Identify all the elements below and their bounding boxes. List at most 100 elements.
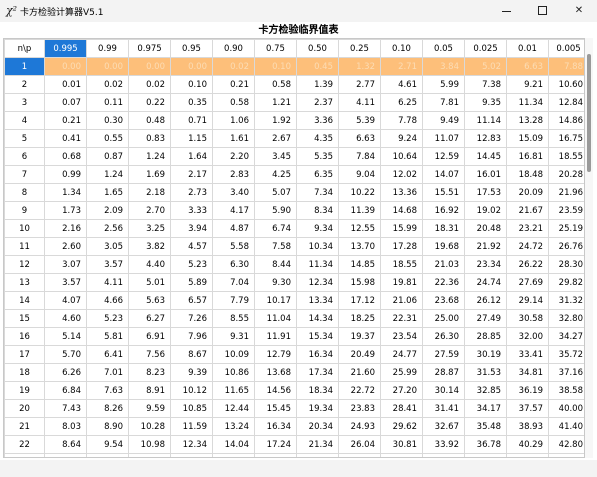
table-cell[interactable]: 0.22 (128, 93, 171, 112)
table-cell[interactable]: 18.25 (338, 309, 381, 328)
table-cell[interactable]: 0.10 (170, 75, 213, 94)
table-cell[interactable]: 9.31 (212, 327, 255, 346)
table-row[interactable]: 21 8.03 8.90 10.28 11.59 13.24 16.34 20.34 24.93… (4, 417, 584, 436)
column-header[interactable]: 0.005 (548, 39, 584, 58)
table-cell[interactable]: 1.15 (170, 129, 213, 148)
row-header[interactable]: 16 (4, 327, 45, 346)
table-cell[interactable]: 10.12 (170, 381, 213, 400)
table-cell[interactable]: 3.82 (128, 237, 171, 256)
table-cell[interactable]: 23.21 (506, 219, 549, 238)
table-cell[interactable]: 25.00 (422, 309, 465, 328)
table-cell[interactable]: 2.71 (380, 57, 423, 76)
table-row[interactable]: 239.2610.2011.6913.0914.8518.1422.3427.1… (4, 453, 584, 457)
table-row[interactable]: 7 0.99 1.24 1.69 2.17 2.83 4.25 6.35 9.04 12.02 14… (4, 165, 584, 184)
table-cell[interactable]: 6.63 (338, 129, 381, 148)
table-cell[interactable]: 7.63 (86, 381, 129, 400)
table-cell[interactable]: 11.04 (254, 309, 297, 328)
table-cell[interactable]: 21.60 (338, 363, 381, 382)
table-cell[interactable]: 26.04 (338, 435, 381, 454)
table-cell[interactable]: 11.34 (296, 255, 339, 274)
table-cell[interactable]: 27.69 (506, 273, 549, 292)
table-cell[interactable]: 36.78 (464, 435, 507, 454)
table-cell[interactable]: 5.01 (128, 273, 171, 292)
table-cell[interactable]: 10.64 (380, 147, 423, 166)
table-cell[interactable]: 8.23 (128, 363, 171, 382)
table-cell[interactable]: 5.89 (170, 273, 213, 292)
table-cell[interactable]: 1.21 (254, 93, 297, 112)
table-cell[interactable]: 0.01 (44, 75, 87, 94)
table-cell[interactable]: 1.24 (128, 147, 171, 166)
column-header[interactable]: 0.025 (464, 39, 507, 58)
table-cell[interactable]: 8.34 (296, 201, 339, 220)
table-cell[interactable]: 11.65 (212, 381, 255, 400)
table-cell[interactable]: 7.43 (44, 399, 87, 418)
column-header[interactable]: 0.75 (254, 39, 297, 58)
table-cell[interactable]: 4.61 (380, 75, 423, 94)
table-cell[interactable]: 7.38 (464, 75, 507, 94)
table-cell[interactable]: 0.41 (44, 129, 87, 148)
table-cell[interactable]: 8.26 (86, 399, 129, 418)
table-cell[interactable]: 25.19 (548, 219, 584, 238)
table-cell[interactable]: 12.34 (170, 435, 213, 454)
table-cell[interactable]: 0.45 (296, 57, 339, 76)
table-cell[interactable]: 25.99 (380, 363, 423, 382)
column-header[interactable]: 0.975 (128, 39, 171, 58)
table-row[interactable]: 1 0.00 0.00 0.00 0.00 0.02 0.10 0.45 1.32 2.71 3.8… (4, 57, 584, 76)
table-cell[interactable]: 0.55 (86, 129, 129, 148)
table-cell[interactable]: 35.72 (548, 345, 584, 364)
table-cell[interactable]: 14.34 (296, 309, 339, 328)
table-cell[interactable]: 3.33 (170, 201, 213, 220)
table-cell[interactable]: 1.69 (128, 165, 171, 184)
table-cell[interactable]: 7.26 (170, 309, 213, 328)
table-cell[interactable]: 10.60 (548, 75, 584, 94)
table-cell[interactable]: 1.32 (338, 57, 381, 76)
table-cell[interactable]: 26.76 (548, 237, 584, 256)
table-cell[interactable]: 8.90 (86, 417, 129, 436)
table-cell[interactable]: 29.82 (548, 273, 584, 292)
table-cell[interactable]: 9.34 (296, 219, 339, 238)
column-header[interactable]: 0.10 (380, 39, 423, 58)
table-cell[interactable]: 32.85 (464, 381, 507, 400)
table-cell[interactable]: 17.53 (464, 183, 507, 202)
table-cell[interactable]: 15.51 (422, 183, 465, 202)
table-cell[interactable]: 0.00 (128, 57, 171, 76)
table-row[interactable]: 10 2.16 2.56 3.25 3.94 4.87 6.74 9.34 12.55 15.99… (4, 219, 584, 238)
table-cell[interactable]: 22.36 (422, 273, 465, 292)
table-cell[interactable]: 33.41 (506, 345, 549, 364)
table-cell[interactable]: 5.63 (128, 291, 171, 310)
table-cell[interactable]: 18.55 (548, 147, 584, 166)
table-cell[interactable]: 9.49 (422, 111, 465, 130)
table-cell[interactable]: 34.27 (548, 327, 584, 346)
table-cell[interactable]: 4.60 (44, 309, 87, 328)
table-cell[interactable]: 2.83 (212, 165, 255, 184)
table-cell[interactable]: 8.67 (170, 345, 213, 364)
table-cell[interactable]: 27.59 (422, 345, 465, 364)
table-cell[interactable]: 4.35 (296, 129, 339, 148)
table-cell[interactable]: 8.91 (128, 381, 171, 400)
table-cell[interactable]: 13.36 (380, 183, 423, 202)
table-cell[interactable]: 19.81 (380, 273, 423, 292)
table-cell[interactable]: 11.39 (338, 201, 381, 220)
table-cell[interactable]: 44.18 (548, 453, 584, 457)
table-cell[interactable]: 14.86 (548, 111, 584, 130)
table-cell[interactable]: 30.14 (422, 381, 465, 400)
table-cell[interactable]: 5.14 (44, 327, 87, 346)
table-cell[interactable]: 12.55 (338, 219, 381, 238)
table-cell[interactable]: 23.83 (338, 399, 381, 418)
table-cell[interactable]: 21.96 (548, 183, 584, 202)
table-cell[interactable]: 1.73 (44, 201, 87, 220)
table-cell[interactable]: 5.99 (422, 75, 465, 94)
table-cell[interactable]: 9.35 (464, 93, 507, 112)
table-row[interactable]: 6 0.68 0.87 1.24 1.64 2.20 3.45 5.35 7.84 10.64 12… (4, 147, 584, 166)
table-cell[interactable]: 21.34 (296, 435, 339, 454)
column-header[interactable]: 0.01 (506, 39, 549, 58)
minimize-button[interactable] (489, 0, 525, 22)
table-cell[interactable]: 0.68 (44, 147, 87, 166)
table-cell[interactable]: 1.24 (86, 165, 129, 184)
table-cell[interactable]: 12.79 (254, 345, 297, 364)
table-cell[interactable]: 6.27 (128, 309, 171, 328)
table-cell[interactable]: 23.59 (548, 201, 584, 220)
table-cell[interactable]: 19.37 (338, 327, 381, 346)
table-cell[interactable]: 4.40 (128, 255, 171, 274)
table-row[interactable]: 14 4.07 4.66 5.63 6.57 7.79 10.17 13.34 17.12 21.… (4, 291, 584, 310)
